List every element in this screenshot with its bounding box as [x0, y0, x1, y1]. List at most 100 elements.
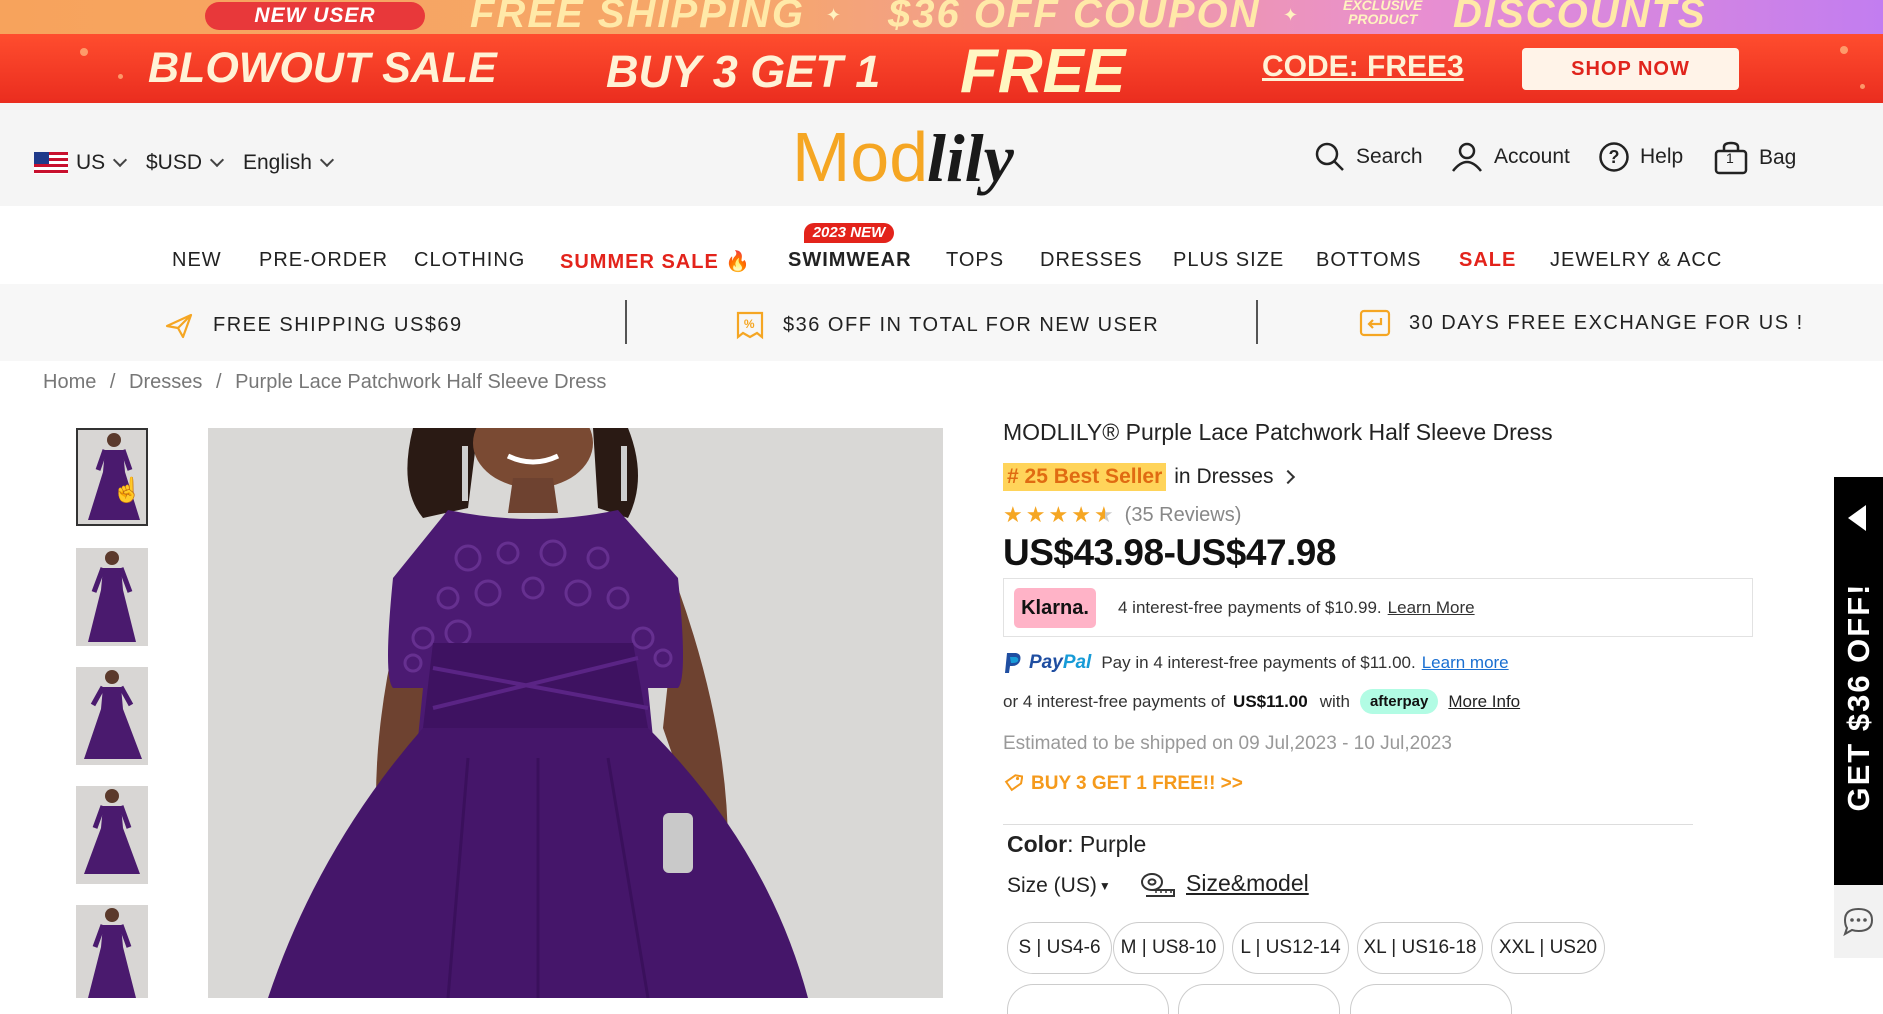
afterpay-with: with — [1319, 691, 1350, 711]
benefits-bar: FREE SHIPPING US$69 % $36 OFF IN TOTAL F… — [0, 284, 1883, 361]
search-button[interactable]: Search — [1314, 141, 1423, 173]
shop-now-button[interactable]: SHOP NOW — [1522, 48, 1739, 90]
best-seller-badge: # 25 Best Seller — [1003, 463, 1167, 491]
promo-strip[interactable]: NEW USER BENEFITS! FREE SHIPPING ✦ $36 O… — [0, 0, 1883, 34]
size-option-more[interactable] — [1178, 984, 1340, 1014]
half-star-icon: ★ — [1093, 502, 1114, 527]
breadcrumb-separator: / — [215, 371, 222, 393]
rating-row[interactable]: ★ ★ ★ ★ ★ (35 Reviews) — [1003, 502, 1241, 528]
discounts-text: DISCOUNTS — [1453, 0, 1707, 34]
promo-code-text: CODE: FREE3 — [1262, 50, 1464, 83]
nav-tops[interactable]: TOPS — [946, 249, 1004, 272]
us-flag-icon — [34, 152, 68, 174]
product-title: MODLILY® Purple Lace Patchwork Half Slee… — [1003, 419, 1553, 445]
nav-pre-order[interactable]: PRE-ORDER — [259, 249, 388, 272]
dress-thumbnail-image — [76, 548, 148, 646]
search-icon — [1315, 142, 1344, 171]
svg-text:%: % — [744, 317, 756, 331]
nav-new[interactable]: NEW — [172, 249, 222, 272]
exchange-benefit-label: 30 DAYS FREE EXCHANGE FOR US ! — [1409, 311, 1804, 334]
nav-jewelry-acc[interactable]: JEWELRY & ACC — [1550, 249, 1722, 272]
currency-selector[interactable]: $USD — [146, 151, 225, 175]
bag-label: Bag — [1759, 146, 1797, 169]
size-model-link[interactable]: Size&model — [1140, 870, 1309, 897]
help-button[interactable]: ? Help — [1598, 141, 1683, 173]
size-option-more[interactable] — [1007, 984, 1169, 1014]
color-selected: Color: Purple — [1007, 831, 1146, 858]
best-seller-row[interactable]: # 25 Best Seller in Dresses — [1003, 463, 1296, 491]
confetti-dot — [118, 74, 123, 79]
klarna-text: 4 interest-free payments of $10.99. — [1118, 597, 1382, 617]
size-region-selector[interactable]: Size (US) ▼ — [1007, 874, 1111, 898]
country-label: US — [76, 151, 106, 174]
get-36-off-side-tab[interactable]: GET $36 OFF! — [1834, 477, 1883, 885]
paypal-learn-more-link[interactable]: Learn more — [1422, 653, 1509, 673]
breadcrumb-current: Purple Lace Patchwork Half Sleeve Dress — [235, 371, 607, 393]
thumbnail-5[interactable] — [76, 905, 148, 998]
coupon-icon: % — [736, 311, 764, 340]
chat-button[interactable] — [1834, 885, 1883, 958]
color-label: Color — [1007, 831, 1068, 857]
bag-button[interactable]: 1 Bag — [1713, 141, 1796, 175]
language-selector[interactable]: English — [243, 151, 334, 175]
chevron-down-icon — [113, 152, 128, 168]
thumbnail-4[interactable] — [76, 786, 148, 884]
nav-summer-sale[interactable]: SUMMER SALE 🔥 — [560, 249, 751, 274]
exchange-icon — [1359, 309, 1391, 337]
buy3-promo-link[interactable]: BUY 3 GET 1 FREE!! >> — [1003, 773, 1243, 795]
tag-icon — [1004, 774, 1023, 792]
coupon-text: $36 OFF COUPON — [888, 0, 1261, 34]
review-count[interactable]: (35 Reviews) — [1125, 504, 1242, 527]
nav-plus-size[interactable]: PLUS SIZE — [1173, 249, 1284, 272]
confetti-dot — [80, 48, 88, 56]
main-product-image[interactable] — [208, 428, 943, 998]
klarna-logo: Klarna. — [1014, 587, 1096, 628]
thumbnail-3[interactable] — [76, 667, 148, 765]
country-selector[interactable]: US — [34, 151, 128, 175]
exclusive-product-text: EXCLUSIVE PRODUCT — [1343, 0, 1423, 27]
size-option-xxl[interactable]: XXL | US20 — [1491, 922, 1605, 974]
dress-thumbnail-image — [76, 667, 148, 765]
breadcrumb-home[interactable]: Home — [43, 371, 96, 393]
nav-clothing[interactable]: CLOTHING — [414, 249, 525, 272]
nav-dresses[interactable]: DRESSES — [1040, 249, 1143, 272]
free-shipping-benefit[interactable]: FREE SHIPPING US$69 — [163, 309, 463, 341]
nav-bottoms[interactable]: BOTTOMS — [1316, 249, 1422, 272]
dress-thumbnail-image — [76, 786, 148, 884]
chevron-down-icon — [319, 152, 334, 168]
size-option-s[interactable]: S | US4-6 — [1007, 922, 1112, 974]
new-user-benefits-pill: NEW USER BENEFITS! — [205, 2, 425, 34]
color-value: : Purple — [1067, 831, 1147, 857]
sparkle-icon: ✦ — [1283, 5, 1299, 25]
nav-swimwear[interactable]: SWIMWEAR — [788, 249, 912, 272]
confetti-dot — [1840, 46, 1848, 54]
afterpay-row: or 4 interest-free payments of US$11.00 … — [1003, 689, 1520, 714]
size-option-more[interactable] — [1350, 984, 1512, 1014]
language-label: English — [243, 151, 312, 174]
size-option-m[interactable]: M | US8-10 — [1113, 922, 1224, 974]
site-header: US $USD English Mod lily Search Account … — [0, 103, 1883, 206]
coupon-benefit[interactable]: % $36 OFF IN TOTAL FOR NEW USER — [735, 309, 1159, 341]
nav-summer-sale-label: SUMMER SALE — [560, 251, 719, 273]
thumbnail-1[interactable]: ☝ — [76, 428, 148, 526]
breadcrumb: Home / Dresses / Purple Lace Patchwork H… — [43, 371, 614, 394]
klarna-learn-more-link[interactable]: Learn More — [1388, 598, 1475, 618]
exchange-benefit[interactable]: 30 DAYS FREE EXCHANGE FOR US ! — [1359, 309, 1804, 337]
size-option-xl[interactable]: XL | US16-18 — [1357, 922, 1483, 974]
side-tab-text: GET $36 OFF! — [1841, 582, 1876, 812]
arrow-left-icon — [1848, 505, 1866, 531]
size-label: Size (US) — [1007, 874, 1097, 897]
breadcrumb-dresses[interactable]: Dresses — [129, 371, 202, 393]
modlily-logo[interactable]: Mod lily — [792, 109, 1062, 204]
help-label: Help — [1640, 145, 1684, 168]
account-button[interactable]: Account — [1450, 141, 1570, 173]
afterpay-more-info-link[interactable]: More Info — [1448, 692, 1520, 712]
flame-icon: 🔥 — [725, 251, 752, 273]
afterpay-text: or 4 interest-free payments of — [1003, 691, 1226, 711]
blowout-sale-banner[interactable]: BLOWOUT SALE BUY 3 GET 1 FREE CODE: FREE… — [0, 34, 1883, 103]
blowout-sale-text: BLOWOUT SALE — [148, 44, 497, 92]
nav-sale[interactable]: SALE — [1459, 249, 1516, 272]
thumbnail-2[interactable] — [76, 548, 148, 646]
size-option-l[interactable]: L | US12-14 — [1232, 922, 1349, 974]
size-model-label: Size&model — [1186, 870, 1309, 896]
